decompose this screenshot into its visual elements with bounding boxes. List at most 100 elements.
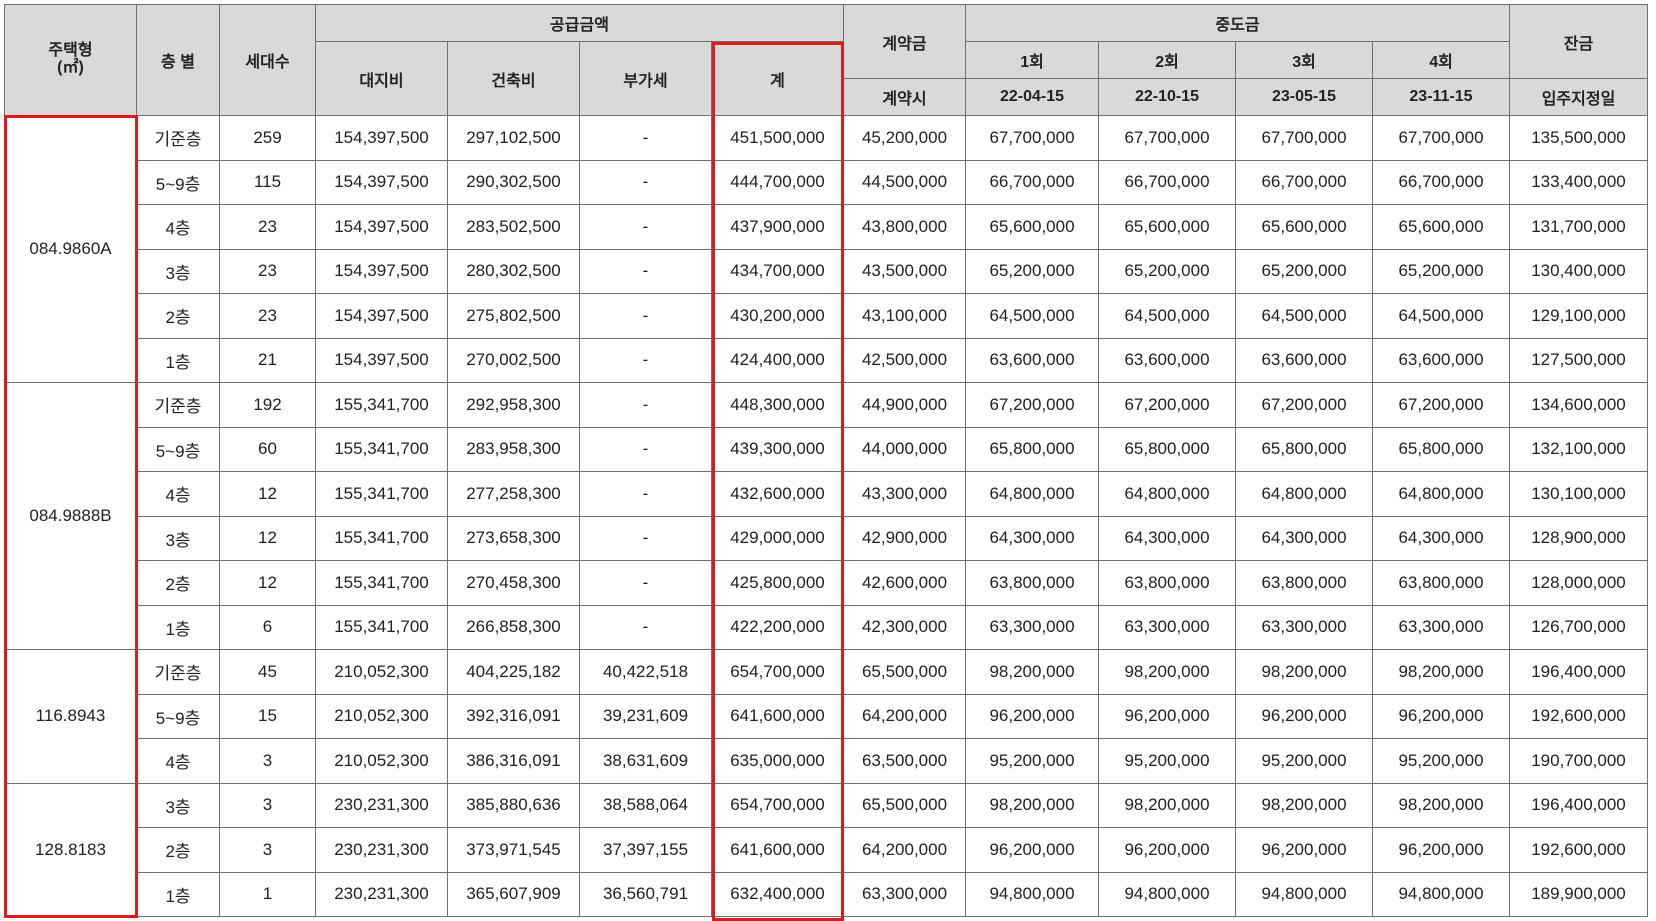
installment-2-cell: 64,500,000 (1098, 293, 1236, 339)
units-cell: 3 (219, 782, 316, 828)
installment-3-cell: 96,200,000 (1235, 827, 1373, 873)
land-cost-cell: 154,397,500 (315, 293, 448, 339)
installment-3-cell: 65,200,000 (1235, 248, 1373, 294)
total-cell: 424,400,000 (711, 337, 844, 383)
installment-2-cell: 64,300,000 (1098, 515, 1236, 561)
deposit-cell: 42,300,000 (843, 604, 966, 650)
installment-2-cell: 96,200,000 (1098, 693, 1236, 739)
installment-2-cell: 63,800,000 (1098, 560, 1236, 606)
balance-cell: 196,400,000 (1509, 649, 1648, 695)
table-row: 3층 12 155,341,700 273,658,300-429,000,000 42… (5, 515, 1648, 561)
total-cell: 425,800,000 (711, 560, 844, 606)
header-balance-when: 입주지정일 (1509, 78, 1648, 116)
installment-3-cell: 65,800,000 (1235, 426, 1373, 472)
building-cost-cell: 270,458,300 (447, 560, 580, 606)
table-row: 4층 23 154,397,500 283,502,500-437,900,000 43… (5, 204, 1648, 250)
units-cell: 45 (219, 649, 316, 695)
units-cell: 12 (219, 560, 316, 606)
installment-4-cell: 64,800,000 (1372, 471, 1510, 517)
installment-3-cell: 98,200,000 (1235, 782, 1373, 828)
header-type: 주택형 (㎡) (4, 4, 137, 116)
vat-cell: 38,588,064 (579, 782, 712, 828)
header-balance: 잔금 (1509, 4, 1648, 79)
vat-cell: - (579, 604, 712, 650)
floor-cell: 2층 (136, 827, 220, 873)
land-cost-cell: 210,052,300 (315, 649, 448, 695)
land-cost-cell: 155,341,700 (315, 382, 448, 428)
building-cost-cell: 404,225,182 (447, 649, 580, 695)
deposit-cell: 63,300,000 (843, 871, 966, 917)
installment-4-cell: 94,800,000 (1372, 871, 1510, 917)
installment-1-cell: 63,600,000 (965, 337, 1099, 383)
table-row: 084.9888B 기준층 192 155,341,700 292,958,300-44… (4, 382, 1648, 650)
land-cost-cell: 155,341,700 (315, 471, 448, 517)
units-cell: 1 (219, 871, 316, 917)
installment-3-cell: 64,800,000 (1235, 471, 1373, 517)
installment-1-cell: 67,700,000 (965, 115, 1099, 161)
installment-1-cell: 98,200,000 (965, 649, 1099, 695)
units-cell: 15 (219, 693, 316, 739)
floor-cell: 4층 (136, 738, 220, 784)
table-row: 2층 3 230,231,300 373,971,545 37,397,155 641,6… (5, 827, 1648, 873)
balance-cell: 128,000,000 (1509, 560, 1648, 606)
installment-3-cell: 65,600,000 (1235, 204, 1373, 250)
total-cell: 632,400,000 (711, 871, 844, 917)
header-installment-4: 4회 (1372, 41, 1510, 79)
floor-cell: 1층 (136, 871, 220, 917)
building-cost-cell: 290,302,500 (447, 159, 580, 205)
installment-1-cell: 67,200,000 (965, 382, 1099, 428)
deposit-cell: 63,500,000 (843, 738, 966, 784)
building-cost-cell: 275,802,500 (447, 293, 580, 339)
installment-1-cell: 63,800,000 (965, 560, 1099, 606)
deposit-cell: 44,500,000 (843, 159, 966, 205)
balance-cell: 135,500,000 (1509, 115, 1648, 161)
housing-type-cell: 084.9888B (4, 382, 137, 650)
vat-cell: - (579, 337, 712, 383)
header-deposit-when: 계약시 (843, 78, 966, 116)
installment-2-cell: 98,200,000 (1098, 782, 1236, 828)
balance-cell: 192,600,000 (1509, 827, 1648, 873)
total-cell: 429,000,000 (711, 515, 844, 561)
header-land: 대지비 (315, 41, 448, 116)
floor-cell: 기준층 (136, 649, 220, 695)
installment-1-cell: 63,300,000 (965, 604, 1099, 650)
installment-3-cell: 63,800,000 (1235, 560, 1373, 606)
total-cell: 635,000,000 (711, 738, 844, 784)
balance-cell: 189,900,000 (1509, 871, 1648, 917)
total-cell: 451,500,000 (711, 115, 844, 161)
total-cell: 430,200,000 (711, 293, 844, 339)
table-body: 084.9860A 기준층 259 154,397,500 297,102,500-45… (4, 115, 1648, 917)
installment-2-cell: 98,200,000 (1098, 649, 1236, 695)
installment-1-cell: 98,200,000 (965, 782, 1099, 828)
table-row: 1층 21 154,397,500 270,002,500-424,400,000 42… (5, 337, 1648, 383)
table-row: 128.8183 3층 3 230,231,300 385,880,636 38,588,… (4, 782, 1648, 917)
building-cost-cell: 283,502,500 (447, 204, 580, 250)
table-row: 2층 23 154,397,500 275,802,500-430,200,000 43… (5, 293, 1648, 339)
balance-cell: 196,400,000 (1509, 782, 1648, 828)
installment-2-cell: 96,200,000 (1098, 827, 1236, 873)
land-cost-cell: 154,397,500 (315, 159, 448, 205)
deposit-cell: 44,000,000 (843, 426, 966, 472)
units-cell: 21 (219, 337, 316, 383)
vat-cell: 40,422,518 (579, 649, 712, 695)
building-cost-cell: 385,880,636 (447, 782, 580, 828)
table-header: 주택형 (㎡) 층 별 세대수 공급금액 계약금 중도금 잔금 대지비 건축비 … (4, 4, 1648, 116)
installment-4-cell: 65,200,000 (1372, 248, 1510, 294)
total-cell: 439,300,000 (711, 426, 844, 472)
installment-1-cell: 65,800,000 (965, 426, 1099, 472)
installment-2-cell: 67,700,000 (1098, 115, 1236, 161)
units-cell: 6 (219, 604, 316, 650)
units-cell: 60 (219, 426, 316, 472)
vat-cell: 36,560,791 (579, 871, 712, 917)
vat-cell: - (579, 159, 712, 205)
table-row: 5~9층 15 210,052,300 392,316,091 39,231,609 64… (5, 693, 1648, 739)
land-cost-cell: 210,052,300 (315, 738, 448, 784)
installment-1-cell: 94,800,000 (965, 871, 1099, 917)
land-cost-cell: 154,397,500 (315, 337, 448, 383)
building-cost-cell: 273,658,300 (447, 515, 580, 561)
installment-1-cell: 64,800,000 (965, 471, 1099, 517)
floor-cell: 1층 (136, 337, 220, 383)
building-cost-cell: 283,958,300 (447, 426, 580, 472)
balance-cell: 132,100,000 (1509, 426, 1648, 472)
floor-cell: 5~9층 (136, 159, 220, 205)
